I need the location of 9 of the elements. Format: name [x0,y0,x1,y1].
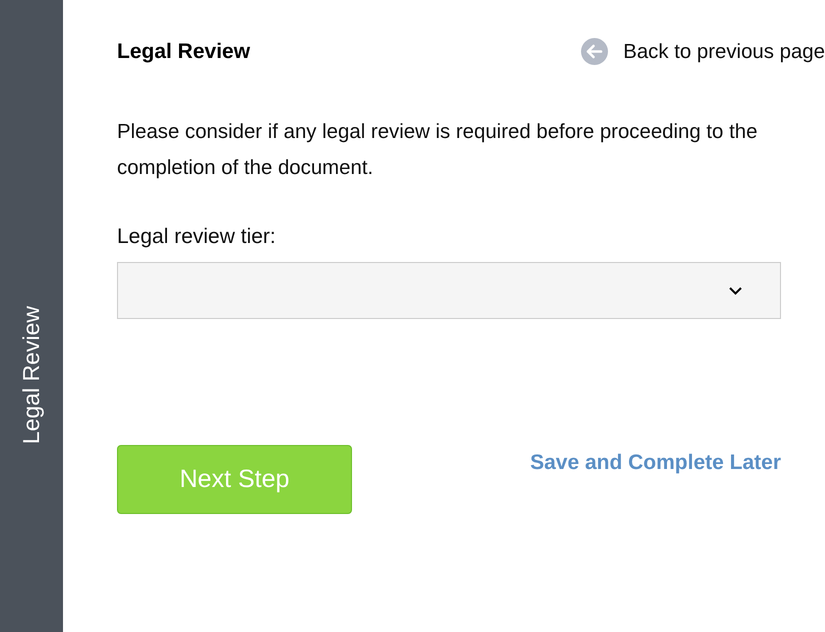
tier-select[interactable] [117,262,781,319]
sidebar-title: Legal Review [20,306,43,444]
save-later-link[interactable]: Save and Complete Later [530,447,781,478]
intro-paragraph: Please consider if any legal review is required before proceeding to the completion of the document. [117,120,758,181]
field-label: Legal review tier: [117,224,277,250]
chevron-down-icon [729,286,742,294]
back-link[interactable]: Back to previous page [581,36,825,68]
page-title: Legal Review [117,39,250,66]
next-step-button[interactable]: Next Step [117,445,352,514]
